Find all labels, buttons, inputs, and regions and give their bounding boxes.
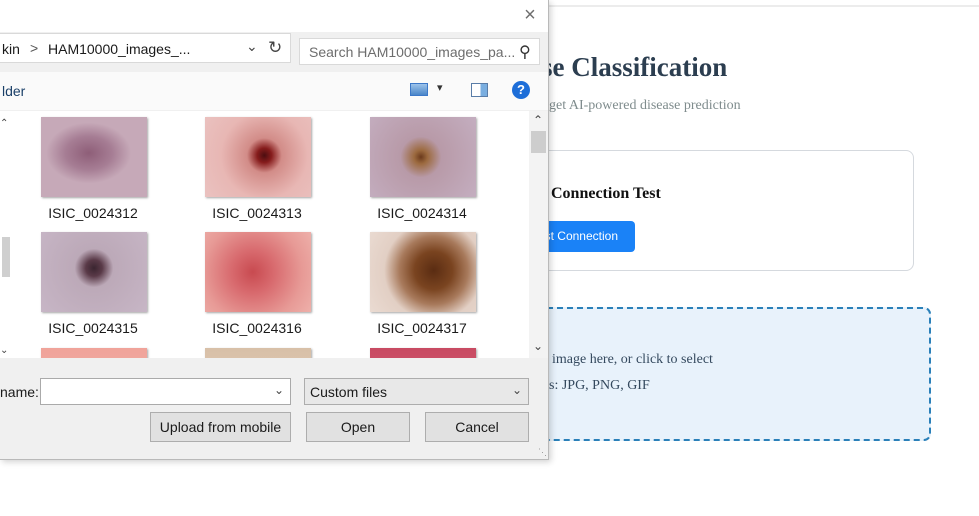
scroll-up-icon[interactable]: ⌃ <box>533 113 543 127</box>
new-folder-button[interactable]: lder <box>2 83 25 99</box>
file-open-dialog: × kin > HAM10000_images_... ⌄ ↻ Search H… <box>0 0 549 460</box>
refresh-icon[interactable]: ↻ <box>268 38 282 58</box>
scrollbar-thumb[interactable] <box>531 131 546 153</box>
file-thumbnail[interactable] <box>205 117 311 197</box>
file-name[interactable]: ISIC_0024314 <box>352 205 492 221</box>
page-top-border <box>549 5 979 7</box>
file-name[interactable]: ISIC_0024312 <box>23 205 163 221</box>
breadcrumb-separator-icon: > <box>30 40 39 56</box>
dialog-toolbar: lder ▾ <box>0 72 548 110</box>
resize-grip-icon[interactable]: ⋱ <box>538 447 547 458</box>
help-icon[interactable]: ? <box>512 81 530 99</box>
search-icon[interactable]: ⚲ <box>519 42 531 62</box>
nav-scroll-up-icon[interactable]: ⌃ <box>0 118 8 129</box>
file-type-select[interactable]: Custom files ⌄ <box>304 378 529 405</box>
connection-title: Connection Test <box>551 185 661 202</box>
file-name-input[interactable]: ⌄ <box>40 378 291 405</box>
dialog-titlebar: × <box>0 0 548 32</box>
view-icon[interactable] <box>410 83 428 96</box>
image-dropzone[interactable] <box>520 307 931 441</box>
file-name[interactable]: ISIC_0024317 <box>352 320 492 336</box>
file-thumbnail[interactable] <box>205 348 311 358</box>
breadcrumb-parent[interactable]: kin <box>2 41 20 57</box>
nav-scroll-down-icon[interactable]: ⌄ <box>0 345 8 356</box>
file-thumbnail[interactable] <box>205 232 311 312</box>
preview-pane-icon[interactable] <box>471 83 488 97</box>
dropzone-formats: s: JPG, PNG, GIF <box>549 378 650 393</box>
dropzone-instruction: image here, or click to select <box>552 352 713 367</box>
chevron-down-icon[interactable]: ⌄ <box>512 383 522 397</box>
page-title: se Classification <box>542 52 728 82</box>
file-thumbnail[interactable] <box>41 232 147 312</box>
cancel-button[interactable]: Cancel <box>425 412 529 442</box>
file-name[interactable]: ISIC_0024316 <box>187 320 327 336</box>
breadcrumb-current[interactable]: HAM10000_images_... <box>48 41 190 57</box>
file-list: ISIC_0024312 ISIC_0024313 ISIC_0024314 I… <box>12 111 529 358</box>
file-thumbnail[interactable] <box>370 232 476 312</box>
nav-scrollbar-thumb[interactable] <box>2 237 10 277</box>
upload-from-mobile-button[interactable]: Upload from mobile <box>150 412 291 442</box>
view-dropdown-icon[interactable]: ▾ <box>437 81 443 94</box>
file-thumbnail[interactable] <box>41 348 147 358</box>
file-thumbnail[interactable] <box>370 117 476 197</box>
file-thumbnail[interactable] <box>41 117 147 197</box>
connection-card <box>520 150 914 271</box>
file-name-label: name: <box>0 384 39 400</box>
file-type-value: Custom files <box>310 384 388 400</box>
navigation-pane[interactable] <box>0 111 12 358</box>
chevron-down-icon[interactable]: ⌄ <box>246 38 258 55</box>
open-button[interactable]: Open <box>306 412 410 442</box>
search-input[interactable]: Search HAM10000_images_pa... ⚲ <box>299 38 540 65</box>
file-name[interactable]: ISIC_0024315 <box>23 320 163 336</box>
chevron-down-icon[interactable]: ⌄ <box>274 383 284 397</box>
file-name[interactable]: ISIC_0024313 <box>187 205 327 221</box>
scroll-down-icon[interactable]: ⌄ <box>533 339 543 353</box>
close-icon[interactable]: × <box>519 4 541 26</box>
page-subtitle: get AI-powered disease prediction <box>549 98 741 113</box>
address-bar[interactable]: kin > HAM10000_images_... ⌄ ↻ <box>0 33 291 63</box>
search-placeholder: Search HAM10000_images_pa... <box>309 44 516 60</box>
file-thumbnail[interactable] <box>370 348 476 358</box>
